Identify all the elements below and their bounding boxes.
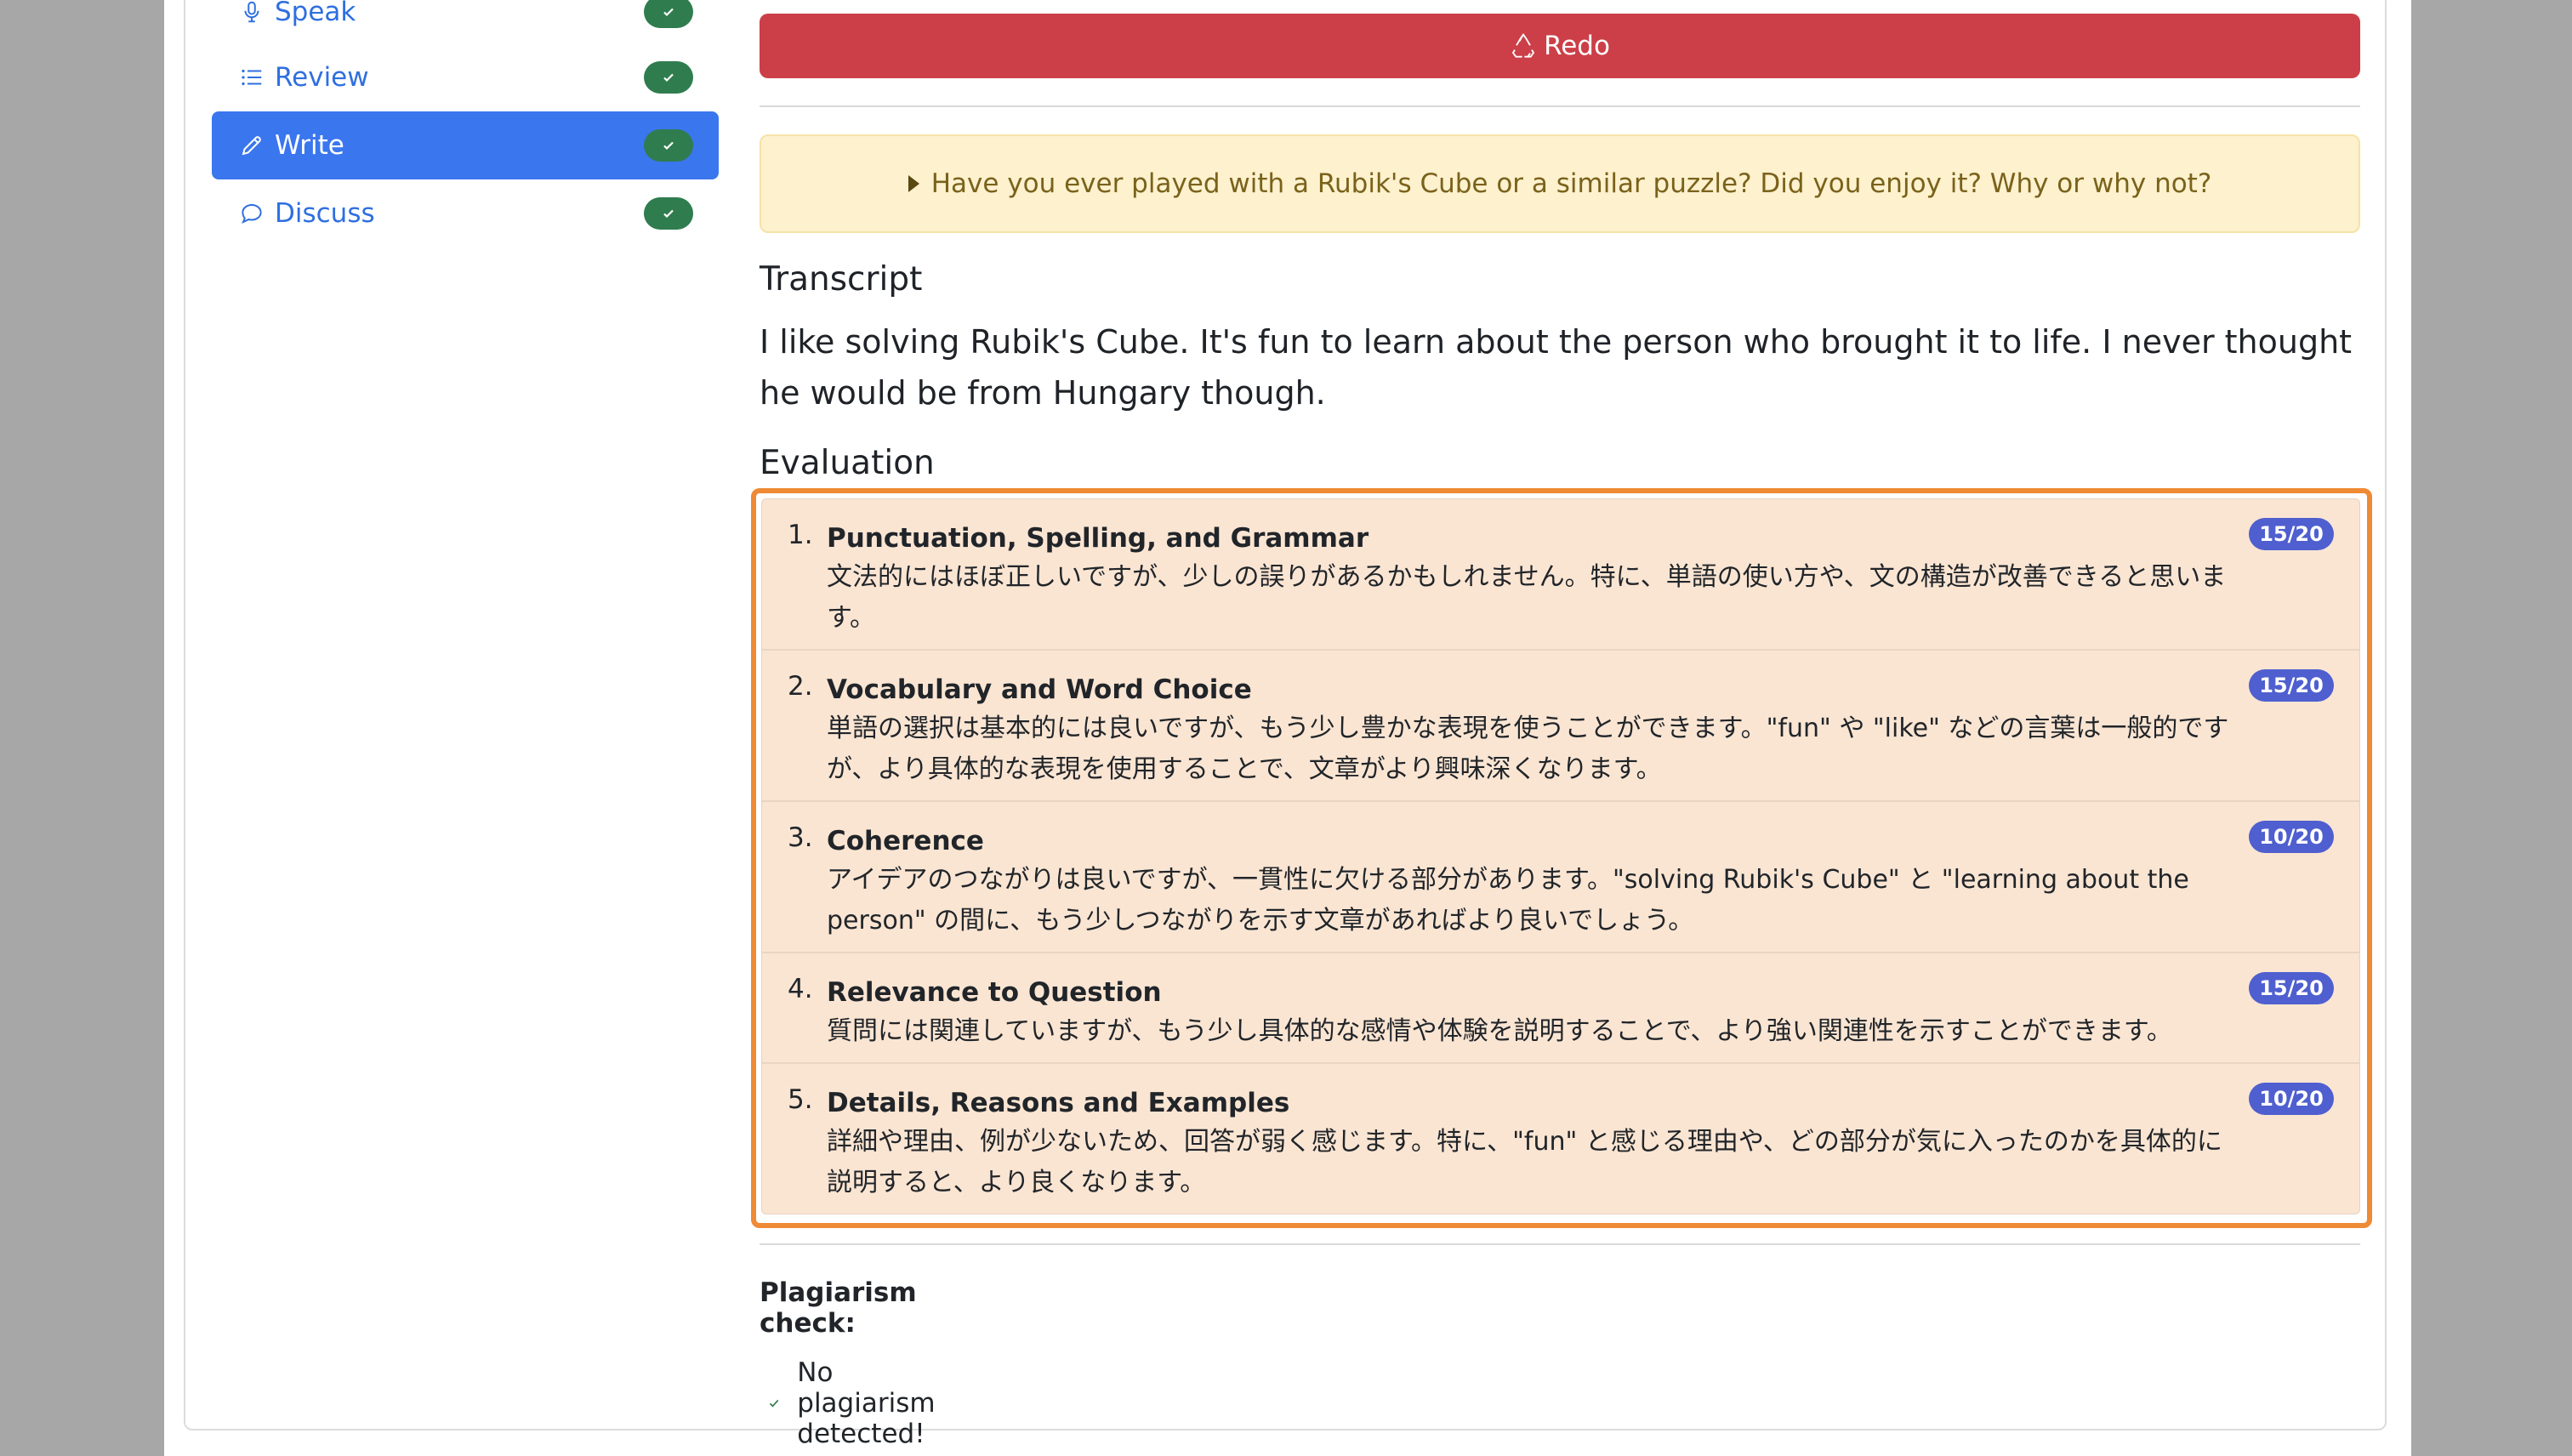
question-text: Have you ever played with a Rubik's Cube… bbox=[930, 168, 2212, 199]
sidebar-item-write[interactable]: Write bbox=[212, 111, 719, 179]
pencil-icon bbox=[237, 131, 266, 160]
plagiarism-result-text: No plagiarism detected! bbox=[797, 1357, 936, 1449]
check-icon bbox=[663, 209, 674, 219]
recycle-icon bbox=[1511, 33, 1535, 58]
plagiarism-check-label: Plagiarism check: bbox=[760, 1277, 917, 1339]
sidebar-item-review[interactable]: Review bbox=[212, 43, 719, 111]
evaluation-highlight-outline bbox=[751, 488, 2372, 1228]
done-badge bbox=[644, 0, 693, 28]
done-badge bbox=[644, 129, 693, 162]
done-badge bbox=[644, 197, 693, 230]
sidebar-item-discuss[interactable]: Discuss bbox=[212, 179, 719, 247]
list-icon bbox=[237, 63, 266, 92]
redo-label: Redo bbox=[1544, 31, 1610, 61]
done-badge bbox=[644, 61, 693, 94]
evaluation-heading: Evaluation bbox=[760, 444, 935, 482]
check-icon bbox=[769, 1399, 779, 1408]
chat-bubble-icon bbox=[237, 199, 266, 228]
sidebar-item-label: Write bbox=[275, 130, 344, 161]
redo-button[interactable]: Redo bbox=[760, 14, 2360, 78]
check-icon bbox=[663, 73, 674, 82]
sidebar-item-label: Discuss bbox=[275, 198, 375, 229]
check-icon bbox=[663, 141, 674, 151]
divider bbox=[760, 1243, 2360, 1245]
divider bbox=[760, 105, 2360, 107]
question-toggle[interactable]: Have you ever played with a Rubik's Cube… bbox=[760, 134, 2360, 233]
caret-right-icon bbox=[908, 175, 919, 192]
microphone-icon bbox=[237, 0, 266, 26]
transcript-text: I like solving Rubik's Cube. It's fun to… bbox=[760, 323, 2353, 412]
plagiarism-result: No plagiarism detected! bbox=[768, 1357, 948, 1449]
sidebar-item-label: Review bbox=[275, 62, 369, 93]
transcript-heading: Transcript bbox=[760, 260, 923, 299]
sidebar-item-label: Speak bbox=[275, 0, 356, 27]
sidebar-item-speak[interactable]: Speak bbox=[212, 0, 719, 46]
check-icon bbox=[663, 8, 674, 17]
